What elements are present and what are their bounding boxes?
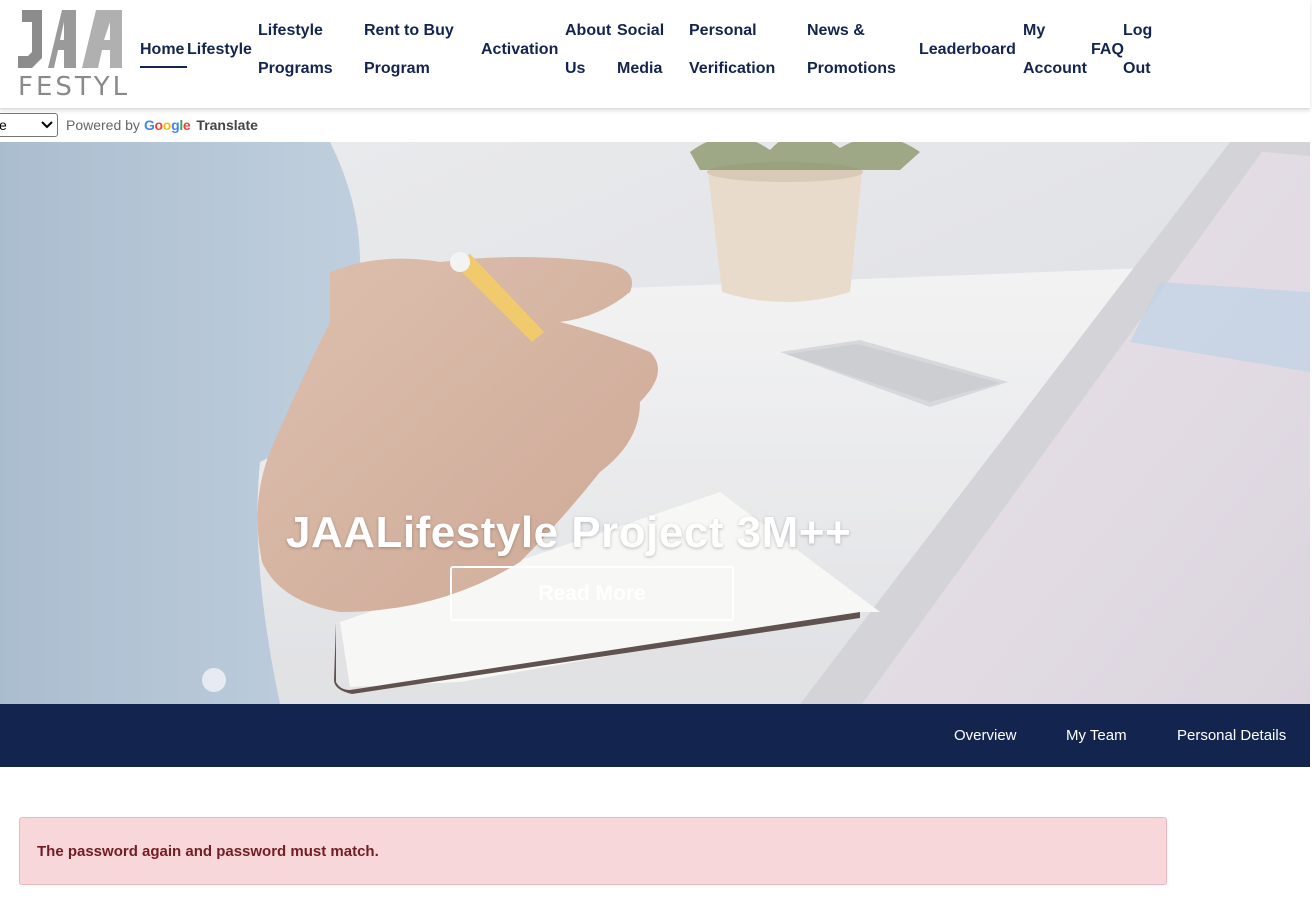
nav-label-line: Media xyxy=(617,60,663,77)
nav-label-line: Social xyxy=(617,22,665,39)
nav-lifestyle-programs[interactable]: Lifestyle Programs xyxy=(258,12,333,88)
tab-personal-details[interactable]: Personal Details xyxy=(1177,704,1286,767)
nav-label-line: Out xyxy=(1123,60,1151,77)
nav-label-line: Personal xyxy=(689,22,757,39)
nav-leaderboard[interactable]: Leaderboard xyxy=(919,31,1016,69)
nav-rent-to-buy[interactable]: Rent to Buy Program xyxy=(364,12,454,88)
nav-lifestyle-label: Lifestyle xyxy=(187,41,252,58)
nav-label-line: Program xyxy=(364,60,430,77)
read-more-button[interactable]: Read More xyxy=(450,566,734,621)
nav-label-line: Programs xyxy=(258,60,333,77)
language-select-value: e xyxy=(0,117,7,133)
nav-label-line: News & xyxy=(807,22,865,39)
nav-log-out[interactable]: Log Out xyxy=(1123,12,1152,88)
nav-label-line: Log xyxy=(1123,22,1153,39)
language-select[interactable]: e xyxy=(0,113,58,137)
nav-lifestyle[interactable]: Lifestyle xyxy=(187,31,252,69)
error-alert: The password again and password must mat… xyxy=(19,817,1167,885)
nav-news-promotions[interactable]: News & Promotions xyxy=(807,12,896,88)
nav-label-line: About xyxy=(565,22,612,39)
nav-label-line: Lifestyle xyxy=(258,22,323,39)
nav-faq[interactable]: FAQ xyxy=(1091,31,1124,69)
nav-social-media[interactable]: Social Media xyxy=(617,12,664,88)
logo-text: FESTYL xyxy=(18,72,131,102)
nav-leaderboard-label: Leaderboard xyxy=(919,41,1016,58)
account-subnav: Overview My Team Personal Details xyxy=(0,704,1310,767)
nav-personal-verification[interactable]: Personal Verification xyxy=(689,12,775,88)
error-alert-message: The password again and password must mat… xyxy=(37,842,379,860)
nav-label-line: Rent to Buy xyxy=(364,22,454,39)
nav-active-indicator xyxy=(140,66,187,68)
hero-banner: JAALifestyle Project 3M++ Read More xyxy=(0,142,1310,704)
tab-overview[interactable]: Overview xyxy=(954,704,1017,767)
chevron-down-icon xyxy=(41,121,53,129)
nav-label-line: Account xyxy=(1023,60,1087,77)
nav-label-line: Promotions xyxy=(807,60,896,77)
nav-faq-label: FAQ xyxy=(1091,41,1124,58)
translate-link[interactable]: Translate xyxy=(196,117,257,133)
google-translate-bar: e Powered by Google Translate xyxy=(0,113,258,137)
powered-by-label: Powered by xyxy=(66,117,140,133)
nav-label-line: Us xyxy=(565,60,586,77)
nav-about-us[interactable]: About Us xyxy=(565,12,611,88)
tab-my-team[interactable]: My Team xyxy=(1066,704,1127,767)
nav-home[interactable]: Home xyxy=(140,31,184,69)
nav-activation-label: Activation xyxy=(481,41,559,58)
nav-label-line: Verification xyxy=(689,60,776,77)
google-logo: Google xyxy=(143,117,191,133)
hero-title: JAALifestyle Project 3M++ xyxy=(286,508,852,557)
nav-home-label: Home xyxy=(140,41,185,58)
nav-activation[interactable]: Activation xyxy=(481,31,558,69)
nav-label-line: My xyxy=(1023,22,1046,39)
logo-mark xyxy=(18,10,122,68)
nav-my-account[interactable]: My Account xyxy=(1023,12,1087,88)
site-logo[interactable]: FESTYL xyxy=(18,6,127,102)
site-header: FESTYL Home Lifestyle Lifestyle Programs… xyxy=(0,0,1310,109)
